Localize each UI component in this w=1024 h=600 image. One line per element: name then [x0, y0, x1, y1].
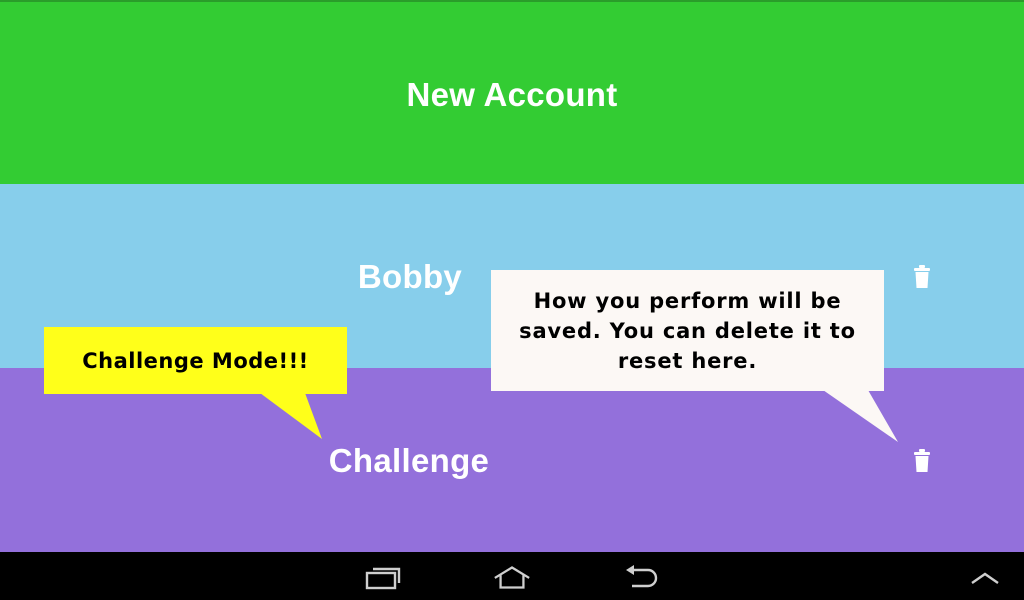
new-account-label: New Account [406, 76, 618, 113]
delete-hint-tooltip: How you perform will be saved. You can d… [491, 270, 884, 391]
delete-hint-tooltip-text: How you perform will be saved. You can d… [519, 288, 856, 373]
challenge-mode-tooltip-text: Challenge Mode!!! [82, 348, 309, 373]
menu-up-button[interactable] [965, 562, 1005, 592]
recent-apps-icon [365, 567, 401, 590]
trash-icon[interactable] [913, 265, 931, 289]
back-button[interactable] [622, 562, 662, 592]
new-account-row[interactable]: New Account [0, 0, 1024, 184]
home-button[interactable] [492, 562, 532, 592]
challenge-mode-tooltip-tail [260, 393, 322, 439]
system-navigation-bar [0, 552, 1024, 600]
home-icon [494, 566, 530, 589]
chevron-up-icon [971, 572, 999, 584]
recent-apps-button[interactable] [363, 562, 403, 592]
delete-hint-tooltip-tail [823, 390, 898, 442]
challenge-mode-tooltip: Challenge Mode!!! [44, 327, 347, 394]
account-name-bobby: Bobby [357, 258, 463, 295]
trash-icon[interactable] [913, 449, 931, 473]
back-icon [626, 565, 658, 588]
account-name-challenge: Challenge [328, 442, 490, 479]
